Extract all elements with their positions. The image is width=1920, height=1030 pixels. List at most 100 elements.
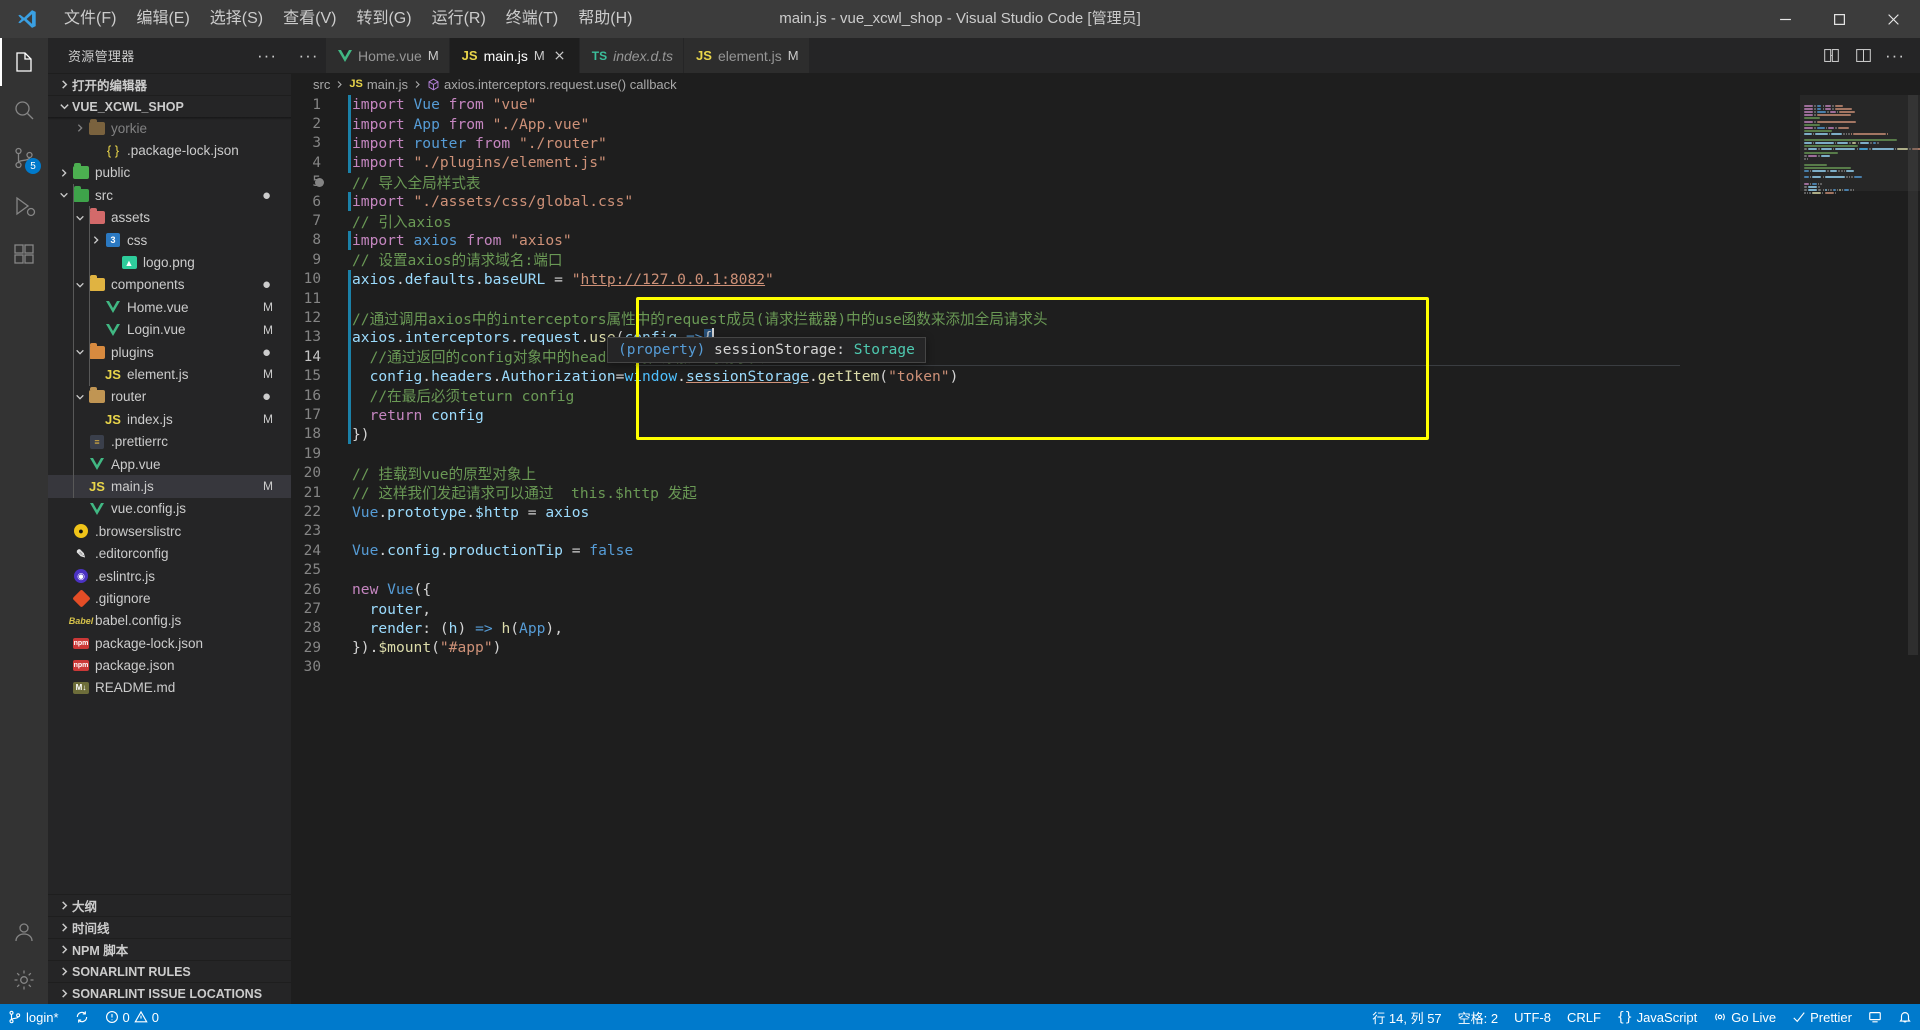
scrollbar-thumb[interactable] <box>1908 95 1918 655</box>
section-outline[interactable]: 大纲 <box>48 894 291 916</box>
menu-go[interactable]: 转到(G) <box>346 0 421 38</box>
status-cursor-position[interactable]: 行 14, 列 57 <box>1364 1004 1449 1030</box>
editor-scrollbar[interactable] <box>1906 95 1920 1004</box>
tree-item-package-json[interactable]: npm package.json <box>48 654 291 676</box>
section-open-editors[interactable]: 打开的编辑器 <box>48 73 291 95</box>
tab-main-js[interactable]: JS main.js M <box>449 38 580 73</box>
activity-settings[interactable] <box>0 956 48 1004</box>
tree-item-login-vue[interactable]: Login.vue M <box>48 319 291 341</box>
tree-item-plugins[interactable]: plugins ● <box>48 341 291 363</box>
status-language-mode[interactable]: {} JavaScript <box>1609 1004 1705 1030</box>
code-line[interactable]: 11 <box>291 289 1800 309</box>
code-line[interactable]: 2 import App from "./App.vue" <box>291 114 1800 134</box>
code-line[interactable]: 26 new Vue({ <box>291 580 1800 599</box>
code-line[interactable]: 4 import "./plugins/element.js" <box>291 153 1800 173</box>
breadcrumb-src[interactable]: src <box>313 77 330 92</box>
status-remote-host[interactable] <box>1860 1004 1890 1030</box>
code-line[interactable]: 12 //通过调用axios中的interceptors属性中的request成员… <box>291 308 1800 328</box>
maximize-button[interactable] <box>1812 0 1866 38</box>
code-line[interactable]: 8 import axios from "axios" <box>291 230 1800 251</box>
code-line[interactable]: 28 render: (h) => h(App), <box>291 619 1800 638</box>
status-notifications-bell-icon[interactable] <box>1890 1004 1920 1030</box>
breadcrumb-file[interactable]: JS main.js <box>349 77 408 92</box>
menu-edit[interactable]: 编辑(E) <box>126 0 199 38</box>
tree-item-main-js[interactable]: JS main.js M <box>48 475 291 498</box>
split-editor-icon[interactable] <box>1848 38 1878 73</box>
tree-item-public[interactable]: public <box>48 162 291 184</box>
chevron-down-icon[interactable] <box>72 347 87 357</box>
open-changes-icon[interactable] <box>1816 38 1846 73</box>
menu-run[interactable]: 运行(R) <box>422 0 496 38</box>
close-button[interactable] <box>1866 0 1920 38</box>
tabs-overflow-icon[interactable]: ··· <box>291 38 326 73</box>
code-line[interactable]: 16 //在最后必须teturn config <box>291 386 1800 406</box>
menu-view[interactable]: 查看(V) <box>273 0 346 38</box>
tree-item--gitignore[interactable]: .gitignore <box>48 587 291 609</box>
code-line[interactable]: 5// 导入全局样式表 <box>291 173 1800 192</box>
symbol-link-token[interactable]: sessionStorage <box>686 368 809 385</box>
breadcrumb-symbol[interactable]: axios.interceptors.request.use() callbac… <box>427 77 677 92</box>
code-line[interactable]: 6 import "./assets/css/global.css" <box>291 192 1800 212</box>
code-line[interactable]: 25 <box>291 561 1800 580</box>
section-project-root[interactable]: VUE_XCWL_SHOP <box>48 95 291 117</box>
code-line[interactable]: 20 // 挂载到vue的原型对象上 <box>291 464 1800 483</box>
tree-item-assets[interactable]: assets <box>48 207 291 229</box>
code-line[interactable]: 17 return config <box>291 405 1800 425</box>
tree-item-index-js[interactable]: JS index.js M <box>48 408 291 430</box>
activity-accounts[interactable] <box>0 908 48 956</box>
file-tree[interactable]: yorkie { } .package-lock.json public src ● ass… <box>48 117 291 894</box>
code-line[interactable]: 10 axios.defaults.baseURL = "http://127.0… <box>291 269 1800 289</box>
code-line[interactable]: 1 import Vue from "vue" <box>291 95 1800 115</box>
status-branch[interactable]: login* <box>0 1004 67 1030</box>
status-prettier[interactable]: Prettier <box>1784 1004 1860 1030</box>
chevron-down-icon[interactable] <box>56 190 71 200</box>
tree-item--package-lock-json[interactable]: { } .package-lock.json <box>48 139 291 161</box>
status-problems[interactable]: 0 0 <box>97 1004 167 1030</box>
tree-item-home-vue[interactable]: Home.vue M <box>48 296 291 318</box>
tab-index-d-ts[interactable]: TS index.d.ts <box>579 38 685 73</box>
code-line[interactable]: 22 Vue.prototype.$http = axios <box>291 502 1800 521</box>
tree-item-yorkie[interactable]: yorkie <box>48 117 291 139</box>
tree-item-router[interactable]: router ● <box>48 386 291 408</box>
chevron-down-icon[interactable] <box>72 392 87 402</box>
tab-close-icon[interactable] <box>551 47 569 65</box>
tab-element-js[interactable]: JS element.js M <box>684 38 810 73</box>
section-sonarlint-issues[interactable]: SONARLINT ISSUE LOCATIONS <box>48 982 291 1004</box>
code-editor[interactable]: 1 import Vue from "vue" 2 import App from "… <box>291 95 1920 1004</box>
breakpoint-icon[interactable] <box>315 177 324 187</box>
menu-terminal[interactable]: 终端(T) <box>496 0 568 38</box>
tree-item-package-lock-json[interactable]: npm package-lock.json <box>48 632 291 654</box>
chevron-right-icon[interactable] <box>88 235 103 245</box>
status-go-live[interactable]: Go Live <box>1705 1004 1784 1030</box>
code-line[interactable]: 3 import router from "./router" <box>291 133 1800 154</box>
code-line[interactable]: 9 // 设置axios的请求域名:端口 <box>291 250 1800 270</box>
activity-explorer[interactable] <box>0 38 48 86</box>
code-line[interactable]: 24 Vue.config.productionTip = false <box>291 541 1800 560</box>
code-line[interactable]: 19 <box>291 444 1800 463</box>
status-sync[interactable] <box>67 1004 97 1030</box>
status-eol[interactable]: CRLF <box>1559 1004 1609 1030</box>
sidebar-more-actions-icon[interactable]: ··· <box>251 46 283 66</box>
tree-item--eslintrc-js[interactable]: ◉ .eslintrc.js <box>48 565 291 587</box>
tree-item--browserslistrc[interactable]: ● .browserslistrc <box>48 520 291 542</box>
tree-item-css[interactable]: 3 css <box>48 229 291 251</box>
tree-item-babel-config-js[interactable]: Babel babel.config.js <box>48 610 291 632</box>
activity-run-debug[interactable] <box>0 182 48 230</box>
code-line[interactable]: 7 // 引入axios <box>291 211 1800 231</box>
menu-help[interactable]: 帮助(H) <box>568 0 642 38</box>
chevron-down-icon[interactable] <box>72 280 87 290</box>
section-timeline[interactable]: 时间线 <box>48 916 291 938</box>
code-line[interactable]: 29}).$mount("#app") <box>291 638 1800 657</box>
tree-item--prettierrc[interactable]: ≡ .prettierrc <box>48 430 291 452</box>
tree-item-app-vue[interactable]: App.vue <box>48 453 291 475</box>
tree-item-readme-md[interactable]: M↓ README.md <box>48 677 291 699</box>
url-token[interactable]: http://127.0.0.1:8082 <box>581 271 766 288</box>
minimize-button[interactable] <box>1758 0 1812 38</box>
code-lines[interactable]: 1 import Vue from "vue" 2 import App from "… <box>291 95 1800 1004</box>
chevron-right-icon[interactable] <box>72 123 87 133</box>
code-line[interactable]: 21 // 这样我们发起请求可以通过 this.$http 发起 <box>291 483 1800 503</box>
tree-item-element-js[interactable]: JS element.js M <box>48 363 291 385</box>
chevron-right-icon[interactable] <box>56 168 71 178</box>
tree-item-components[interactable]: components ● <box>48 274 291 296</box>
menu-selection[interactable]: 选择(S) <box>200 0 273 38</box>
